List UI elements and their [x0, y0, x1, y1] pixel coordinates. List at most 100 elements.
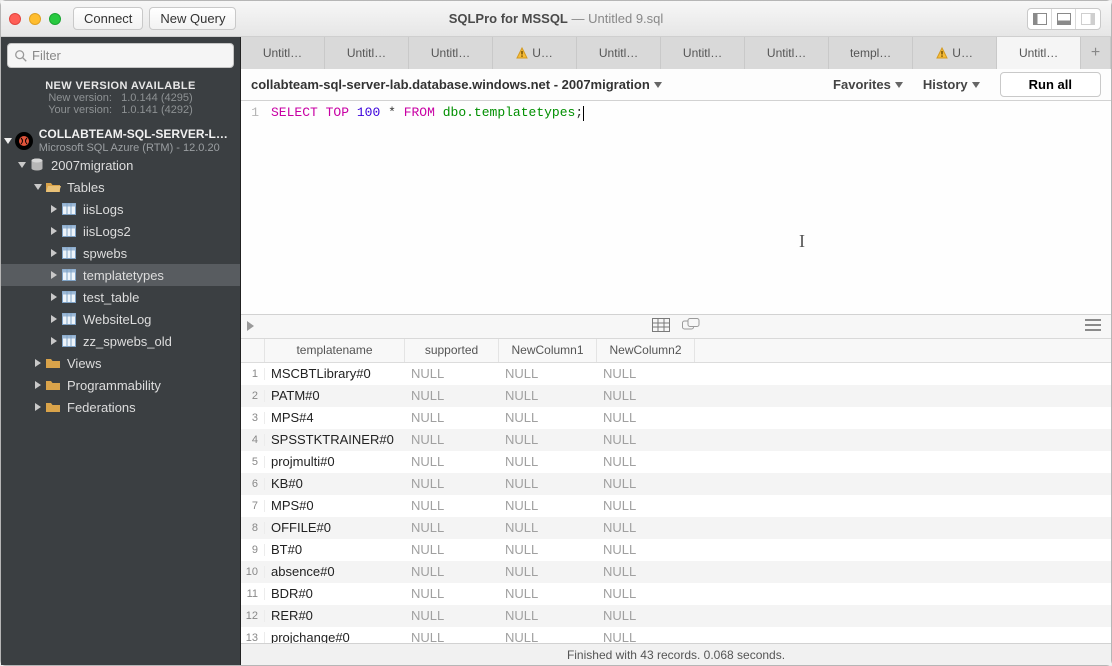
- cell[interactable]: BT#0: [265, 542, 405, 557]
- layout-right-icon[interactable]: [1076, 9, 1100, 29]
- connection-path[interactable]: collabteam-sql-server-lab.database.windo…: [251, 77, 662, 92]
- cell[interactable]: NULL: [405, 432, 499, 447]
- cell[interactable]: projmulti#0: [265, 454, 405, 469]
- cell[interactable]: NULL: [597, 520, 695, 535]
- cell[interactable]: PATM#0: [265, 388, 405, 403]
- new-tab-button[interactable]: +: [1081, 37, 1111, 69]
- table-row[interactable]: 6KB#0NULLNULLNULL: [241, 473, 1111, 495]
- new-query-button[interactable]: New Query: [149, 7, 236, 30]
- run-current-button[interactable]: [247, 321, 254, 331]
- cell[interactable]: NULL: [499, 564, 597, 579]
- disclosure-icon[interactable]: [51, 315, 57, 323]
- table-row[interactable]: 1MSCBTLibrary#0NULLNULLNULL: [241, 363, 1111, 385]
- cell[interactable]: NULL: [405, 454, 499, 469]
- query-tab[interactable]: Untitl…: [661, 37, 745, 69]
- table-row[interactable]: 12RER#0NULLNULLNULL: [241, 605, 1111, 627]
- cell[interactable]: NULL: [499, 520, 597, 535]
- table-node[interactable]: iisLogs: [1, 198, 240, 220]
- cell[interactable]: NULL: [597, 542, 695, 557]
- table-row[interactable]: 2PATM#0NULLNULLNULL: [241, 385, 1111, 407]
- table-row[interactable]: 11BDR#0NULLNULLNULL: [241, 583, 1111, 605]
- favorites-menu[interactable]: Favorites: [833, 77, 903, 92]
- table-node[interactable]: test_table: [1, 286, 240, 308]
- column-header[interactable]: NewColumn1: [499, 339, 597, 362]
- zoom-window-button[interactable]: [49, 13, 61, 25]
- cell[interactable]: NULL: [499, 630, 597, 643]
- code-content[interactable]: SELECT TOP 100 * FROM dbo.templatetypes;: [265, 101, 584, 314]
- cell[interactable]: NULL: [499, 388, 597, 403]
- table-node[interactable]: iisLogs2: [1, 220, 240, 242]
- query-tab[interactable]: templ…: [829, 37, 913, 69]
- disclosure-icon[interactable]: [51, 293, 57, 301]
- disclosure-icon[interactable]: [51, 227, 57, 235]
- text-view-icon[interactable]: [682, 318, 700, 335]
- cell[interactable]: NULL: [405, 476, 499, 491]
- tables-folder[interactable]: Tables: [1, 176, 240, 198]
- table-node[interactable]: WebsiteLog: [1, 308, 240, 330]
- table-row[interactable]: 10absence#0NULLNULLNULL: [241, 561, 1111, 583]
- disclosure-icon[interactable]: [35, 403, 41, 411]
- cell[interactable]: NULL: [499, 366, 597, 381]
- cell[interactable]: NULL: [499, 432, 597, 447]
- cell[interactable]: NULL: [597, 608, 695, 623]
- table-row[interactable]: 9BT#0NULLNULLNULL: [241, 539, 1111, 561]
- table-row[interactable]: 7MPS#0NULLNULLNULL: [241, 495, 1111, 517]
- cell[interactable]: NULL: [597, 564, 695, 579]
- cell[interactable]: NULL: [405, 410, 499, 425]
- cell[interactable]: NULL: [405, 586, 499, 601]
- server-node[interactable]: COLLABTEAM-SQL-SERVER-LA… Microsoft SQL …: [1, 126, 240, 154]
- query-tab[interactable]: Untitl…: [577, 37, 661, 69]
- disclosure-icon[interactable]: [4, 138, 12, 144]
- cell[interactable]: BDR#0: [265, 586, 405, 601]
- cell[interactable]: NULL: [499, 608, 597, 623]
- cell[interactable]: NULL: [405, 388, 499, 403]
- sql-editor[interactable]: 1 SELECT TOP 100 * FROM dbo.templatetype…: [241, 101, 1111, 315]
- cell[interactable]: NULL: [597, 586, 695, 601]
- layout-segmented[interactable]: [1027, 8, 1101, 30]
- cell[interactable]: NULL: [597, 388, 695, 403]
- results-menu-icon[interactable]: [1085, 319, 1101, 334]
- cell[interactable]: NULL: [499, 542, 597, 557]
- disclosure-icon[interactable]: [35, 359, 41, 367]
- filter-input[interactable]: Filter: [7, 43, 234, 68]
- update-banner[interactable]: NEW VERSION AVAILABLE New version: 1.0.1…: [1, 74, 240, 126]
- layout-left-icon[interactable]: [1028, 9, 1052, 29]
- query-tab[interactable]: Untitl…: [745, 37, 829, 69]
- table-row[interactable]: 8OFFILE#0NULLNULLNULL: [241, 517, 1111, 539]
- cell[interactable]: NULL: [499, 498, 597, 513]
- folder-node[interactable]: Views: [1, 352, 240, 374]
- column-header[interactable]: supported: [405, 339, 499, 362]
- cell[interactable]: NULL: [597, 410, 695, 425]
- disclosure-icon[interactable]: [34, 184, 42, 190]
- cell[interactable]: NULL: [405, 608, 499, 623]
- cell[interactable]: MSCBTLibrary#0: [265, 366, 405, 381]
- query-tab[interactable]: U…: [493, 37, 577, 69]
- query-tab[interactable]: U…: [913, 37, 997, 69]
- cell[interactable]: NULL: [499, 410, 597, 425]
- table-row[interactable]: 4SPSSTKTRAINER#0NULLNULLNULL: [241, 429, 1111, 451]
- minimize-window-button[interactable]: [29, 13, 41, 25]
- query-tab[interactable]: Untitl…: [997, 37, 1081, 69]
- table-row[interactable]: 13projchange#0NULLNULLNULL: [241, 627, 1111, 643]
- cell[interactable]: NULL: [597, 454, 695, 469]
- cell[interactable]: NULL: [405, 366, 499, 381]
- cell[interactable]: NULL: [405, 498, 499, 513]
- table-row[interactable]: 5projmulti#0NULLNULLNULL: [241, 451, 1111, 473]
- cell[interactable]: projchange#0: [265, 630, 405, 643]
- table-row[interactable]: 3MPS#4NULLNULLNULL: [241, 407, 1111, 429]
- grid-view-icon[interactable]: [652, 318, 670, 335]
- query-tab[interactable]: Untitl…: [409, 37, 493, 69]
- layout-bottom-icon[interactable]: [1052, 9, 1076, 29]
- cell[interactable]: NULL: [597, 630, 695, 643]
- cell[interactable]: MPS#4: [265, 410, 405, 425]
- cell[interactable]: NULL: [405, 520, 499, 535]
- cell[interactable]: NULL: [597, 498, 695, 513]
- disclosure-icon[interactable]: [35, 381, 41, 389]
- cell[interactable]: absence#0: [265, 564, 405, 579]
- cell[interactable]: NULL: [499, 454, 597, 469]
- cell[interactable]: NULL: [499, 586, 597, 601]
- history-menu[interactable]: History: [923, 77, 980, 92]
- column-header[interactable]: NewColumn2: [597, 339, 695, 362]
- close-window-button[interactable]: [9, 13, 21, 25]
- table-node[interactable]: zz_spwebs_old: [1, 330, 240, 352]
